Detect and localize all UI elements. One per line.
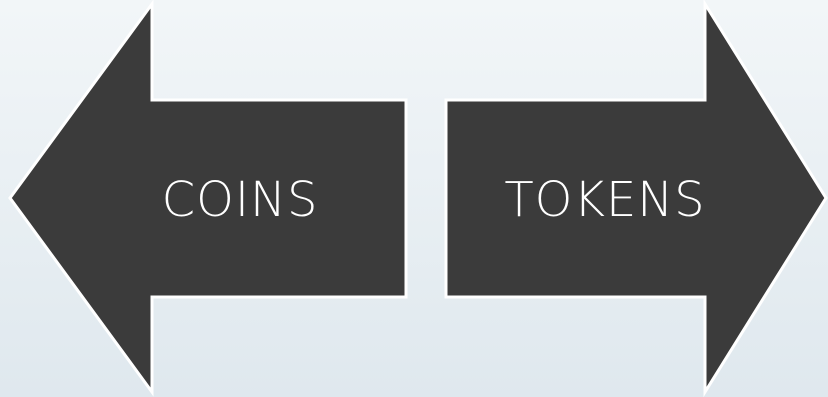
left-arrow: COINS xyxy=(8,0,408,397)
arrows-diagram: COINS TOKENS xyxy=(8,0,828,397)
tokens-label: TOKENS xyxy=(504,172,705,228)
right-arrow: TOKENS xyxy=(444,0,828,397)
diagram-canvas: COINS TOKENS xyxy=(0,0,828,397)
coins-label: COINS xyxy=(162,172,319,228)
